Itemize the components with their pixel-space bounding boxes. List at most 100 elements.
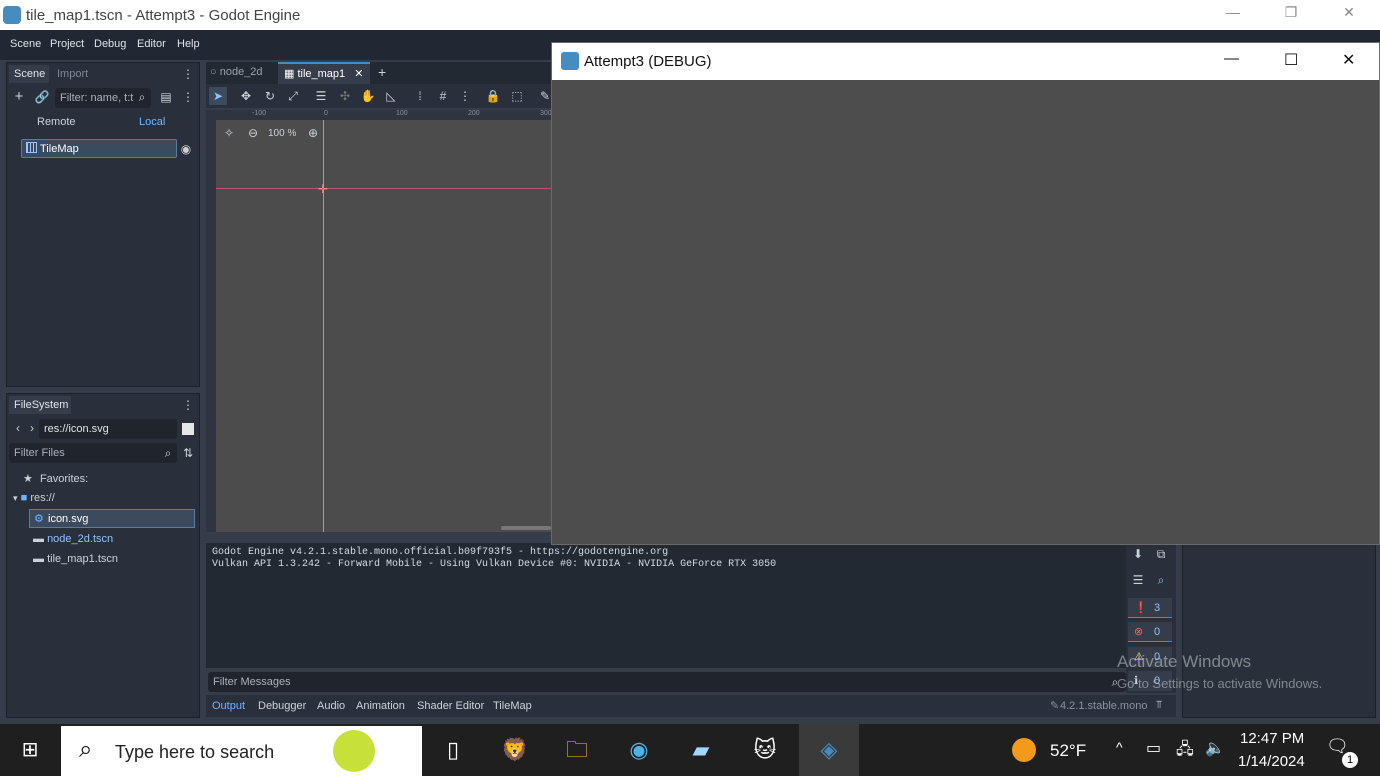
move-tool-icon[interactable]: ✥: [237, 87, 255, 105]
pan-tool-icon[interactable]: ✋: [359, 87, 377, 105]
snap-options-icon[interactable]: ⋮: [456, 87, 474, 105]
task-view-icon[interactable]: ▯: [423, 724, 483, 776]
clock-time[interactable]: 12:47 PM: [1240, 730, 1304, 747]
tab-shader-editor[interactable]: Shader Editor: [417, 700, 484, 712]
meet-icon[interactable]: ▭: [1146, 738, 1161, 758]
search-icon: ⌕: [79, 736, 93, 763]
close-button[interactable]: ✕: [1338, 4, 1360, 24]
taskbar-search-box[interactable]: ⌕ Type here to search: [61, 726, 422, 776]
res-root-row[interactable]: ▾ ■ res://: [13, 492, 55, 504]
copy-output-icon[interactable]: ⧉: [1152, 545, 1170, 563]
canvas-viewport[interactable]: -100 0 100 200 300 ✛ ✧ ⊖ 100 % ⊕: [206, 110, 552, 532]
favorites-row[interactable]: ★ Favorites:: [23, 472, 88, 485]
dock-menu-icon[interactable]: ⋮: [179, 65, 197, 83]
tab-node-2d[interactable]: ○ node_2d: [210, 66, 263, 78]
log-line: Godot Engine v4.2.1.stable.mono.official…: [212, 547, 669, 558]
messages-count: 3: [1154, 602, 1161, 614]
tilemap-icon: ▦: [284, 68, 295, 80]
restore-button[interactable]: ❐: [1280, 4, 1302, 24]
gimp-icon[interactable]: 🐱: [735, 724, 795, 776]
filter-messages-input[interactable]: Filter Messages: [208, 672, 1126, 692]
bottom-panel-tabs: Output Debugger Audio Animation Shader E…: [206, 695, 1176, 717]
minimize-button[interactable]: —: [1222, 4, 1244, 24]
tab-tilemap[interactable]: TileMap: [493, 700, 532, 712]
rotate-tool-icon[interactable]: ↻: [261, 87, 279, 105]
errors-filter-toggle[interactable]: ⊗ 0: [1128, 622, 1172, 642]
menu-project[interactable]: Project: [50, 38, 84, 50]
visibility-eye-icon[interactable]: ◉: [177, 140, 195, 158]
clock-date[interactable]: 1/14/2024: [1238, 753, 1305, 770]
filter-files-input[interactable]: Filter Files: [9, 443, 177, 463]
search-icon[interactable]: ⌕: [1152, 571, 1170, 589]
svg-file-icon: ⚙: [34, 513, 44, 525]
sort-icon[interactable]: ⇅: [179, 444, 197, 462]
file-item-icon-svg[interactable]: ⚙ icon.svg: [29, 509, 195, 528]
split-view-icon[interactable]: [182, 423, 194, 435]
ruler-tool-icon[interactable]: ◺: [382, 87, 400, 105]
menu-help[interactable]: Help: [177, 38, 200, 50]
zoom-out-icon[interactable]: ⊖: [244, 124, 262, 142]
tab-import[interactable]: Import: [57, 68, 88, 80]
zoom-level[interactable]: 100 %: [268, 128, 296, 139]
scene-dock: Scene Import ⋮ + 🔗 Filter: name, t:t ⌕ ▤…: [6, 62, 200, 387]
chevron-up-icon[interactable]: ^: [1116, 739, 1123, 755]
maximize-button[interactable]: ☐: [1284, 50, 1298, 70]
lock-icon[interactable]: 🔒: [484, 87, 502, 105]
tab-output[interactable]: Output: [212, 700, 245, 712]
close-icon[interactable]: ✕: [354, 68, 363, 80]
link-icon[interactable]: 🔗: [33, 88, 51, 106]
notification-badge: 1: [1342, 752, 1358, 768]
collapse-icon[interactable]: ☰: [1129, 571, 1147, 589]
steam-icon[interactable]: ◉: [609, 724, 669, 776]
notes-app-icon[interactable]: ▰: [671, 724, 731, 776]
add-tab-icon[interactable]: +: [378, 64, 386, 80]
pivot-tool-icon[interactable]: ✣: [336, 87, 354, 105]
tab-debugger[interactable]: Debugger: [258, 700, 306, 712]
weather-temp[interactable]: 52°F: [1050, 741, 1086, 761]
file-explorer-icon[interactable]: 🗀: [547, 724, 607, 776]
remote-toggle[interactable]: Remote: [37, 116, 76, 128]
menu-scene[interactable]: Scene: [10, 38, 41, 50]
group-icon[interactable]: ⬚: [508, 87, 526, 105]
tab-filesystem[interactable]: FileSystem: [9, 396, 71, 414]
add-node-icon[interactable]: +: [10, 88, 28, 106]
zoom-in-icon[interactable]: ⊕: [304, 124, 322, 142]
output-log[interactable]: Godot Engine v4.2.1.stable.mono.official…: [206, 543, 1126, 668]
grid-snap-icon[interactable]: #: [434, 87, 452, 105]
smart-snap-icon[interactable]: ⁞: [411, 87, 429, 105]
list-select-icon[interactable]: ☰: [312, 87, 330, 105]
local-toggle[interactable]: Local: [139, 116, 165, 128]
more-icon[interactable]: ⋮: [179, 88, 197, 106]
godot-taskbar-icon[interactable]: ◈: [799, 724, 859, 776]
volume-icon[interactable]: 🔈: [1205, 738, 1225, 758]
tab-animation[interactable]: Animation: [356, 700, 405, 712]
panel-toggle-icon[interactable]: ⫪: [1156, 699, 1162, 712]
menu-editor[interactable]: Editor: [137, 38, 166, 50]
scale-tool-icon[interactable]: ⤢: [284, 87, 302, 105]
horizontal-scrollbar[interactable]: [501, 526, 551, 530]
network-icon[interactable]: 🖧: [1176, 738, 1194, 765]
godot-logo-icon: [3, 6, 21, 24]
select-tool-icon[interactable]: ➤: [209, 87, 227, 105]
weather-sun-icon[interactable]: [1012, 738, 1036, 762]
brave-browser-icon[interactable]: 🦁: [485, 724, 545, 776]
close-button[interactable]: ✕: [1342, 50, 1355, 70]
tab-tile-map1[interactable]: ▦ tile_map1 ✕: [278, 62, 370, 84]
debug-game-window[interactable]: Attempt3 (DEBUG) — ☐ ✕: [551, 42, 1380, 545]
log-line: Vulkan API 1.3.242 - Forward Mobile - Us…: [212, 559, 777, 570]
clear-output-icon[interactable]: ⬇: [1129, 545, 1147, 563]
file-item-node-2d[interactable]: ▬ node_2d.tscn: [33, 533, 113, 545]
center-view-icon[interactable]: ✧: [220, 124, 238, 142]
script-icon[interactable]: ▤: [157, 88, 175, 106]
minimize-button[interactable]: —: [1224, 50, 1239, 67]
folder-icon: ■: [20, 492, 28, 504]
tab-scene[interactable]: Scene: [9, 65, 49, 83]
dock-menu-icon[interactable]: ⋮: [179, 396, 197, 414]
menu-debug[interactable]: Debug: [94, 38, 126, 50]
file-item-tile-map1[interactable]: ▬ tile_map1.tscn: [33, 553, 118, 565]
tab-audio[interactable]: Audio: [317, 700, 345, 712]
windows-start-icon[interactable]: ⊞: [0, 724, 60, 776]
messages-filter-toggle[interactable]: ❗ 3: [1128, 598, 1172, 618]
scene-tree-root-node[interactable]: TileMap: [21, 139, 177, 158]
path-field[interactable]: res://icon.svg: [39, 419, 177, 439]
